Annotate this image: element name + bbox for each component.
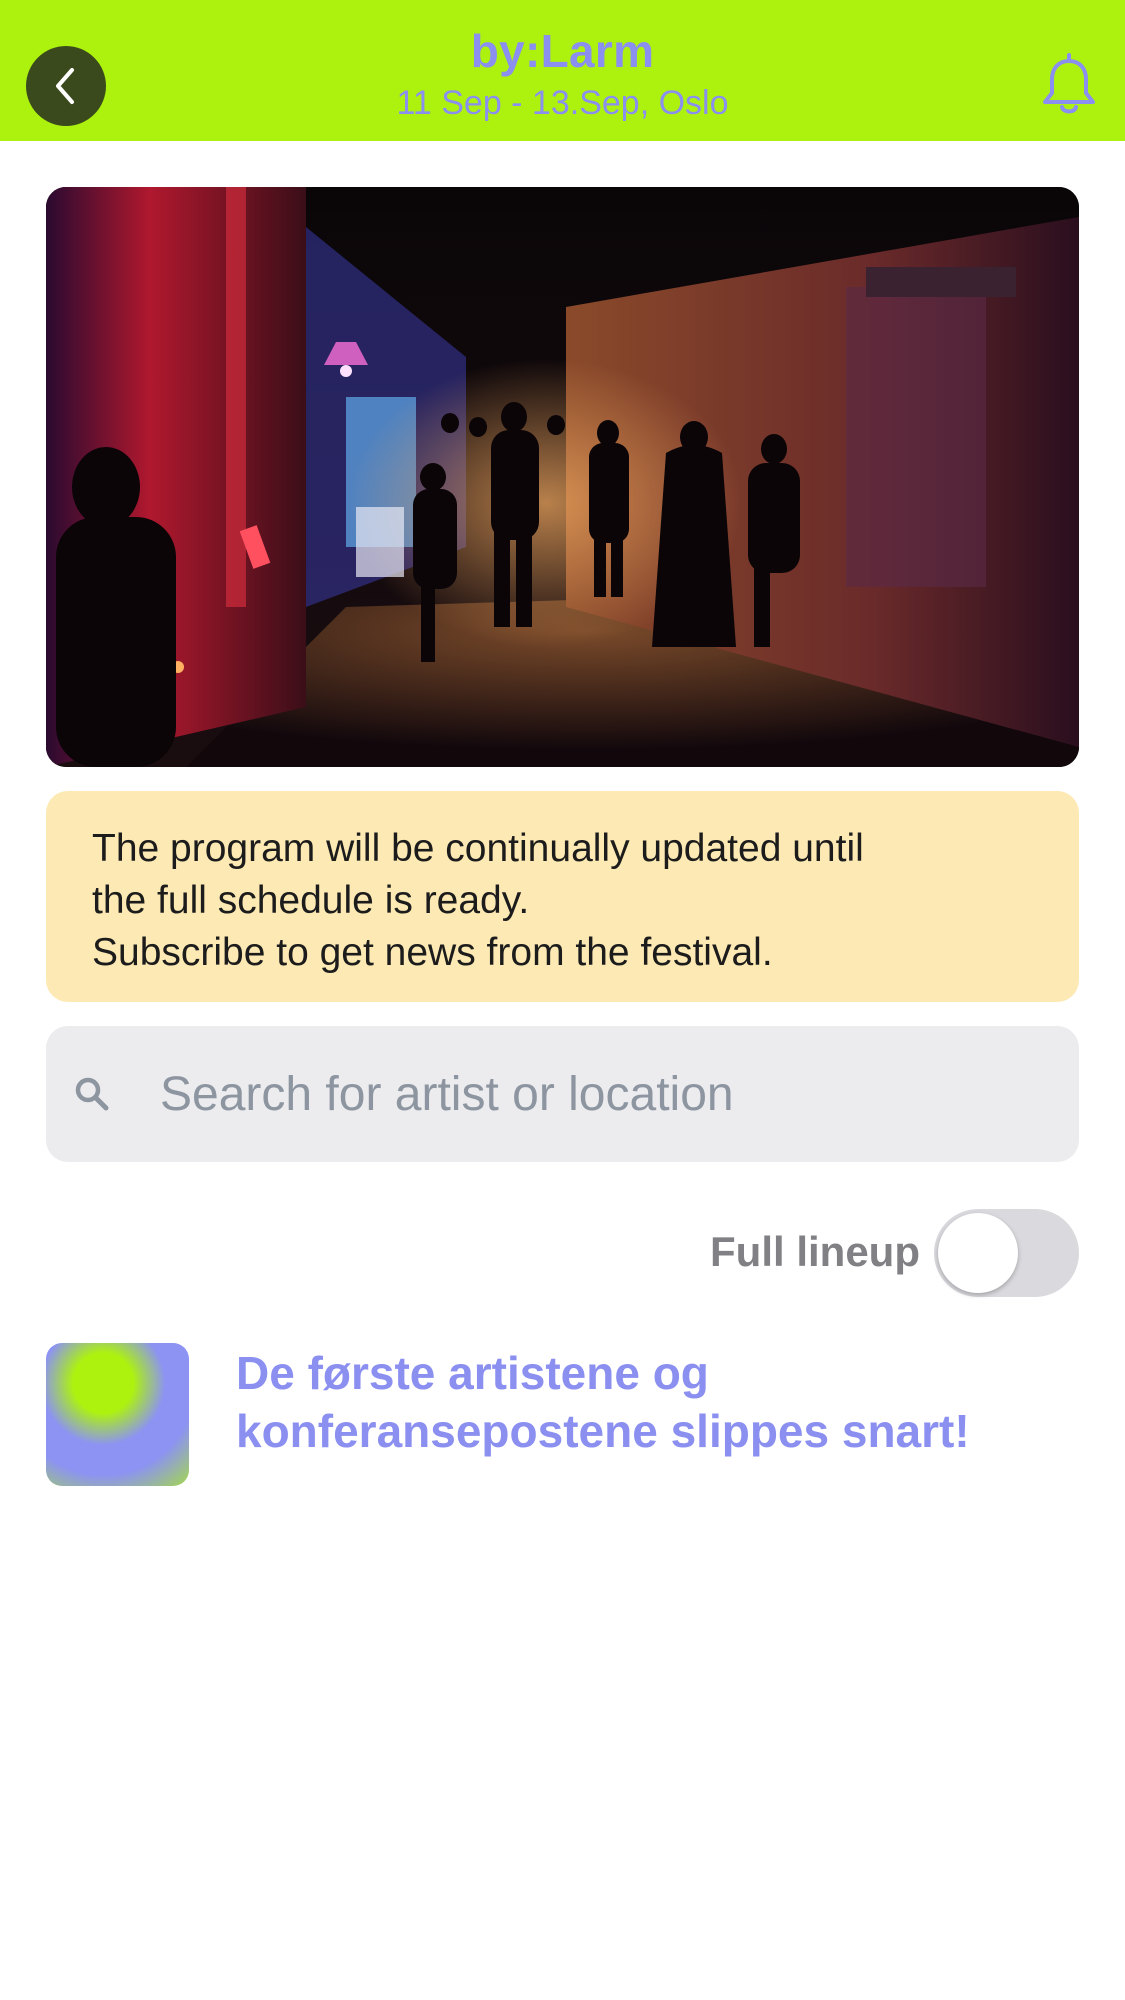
festival-hero-image (46, 187, 1079, 767)
full-lineup-toggle[interactable] (934, 1209, 1079, 1297)
bell-icon[interactable] (1039, 52, 1099, 118)
program-update-notice: The program will be continually updated … (46, 791, 1079, 1002)
announcement-thumbnail (46, 1343, 189, 1486)
search-input[interactable] (160, 1062, 1040, 1126)
announcement-text[interactable]: De første artistene og konferansepostene… (236, 1344, 1066, 1460)
search-bar[interactable] (46, 1026, 1079, 1162)
notice-line-1: The program will be continually updated … (92, 827, 864, 870)
festival-title: by:Larm (470, 25, 655, 77)
top-bar: by:Larm 11 Sep - 13.Sep, Oslo (0, 0, 1125, 141)
festival-dates: 11 Sep - 13.Sep, Oslo (396, 84, 729, 122)
notice-line-3: Subscribe to get news from the festival. (92, 931, 773, 974)
search-icon (75, 1077, 109, 1111)
announcement-line-1: De første artistene og (236, 1347, 709, 1399)
announcement-line-2: konferansepostene slippes snart! (236, 1405, 970, 1457)
full-lineup-label: Full lineup (710, 1228, 920, 1275)
toggle-knob (938, 1213, 1018, 1293)
notice-line-2: the full schedule is ready. (92, 879, 530, 922)
